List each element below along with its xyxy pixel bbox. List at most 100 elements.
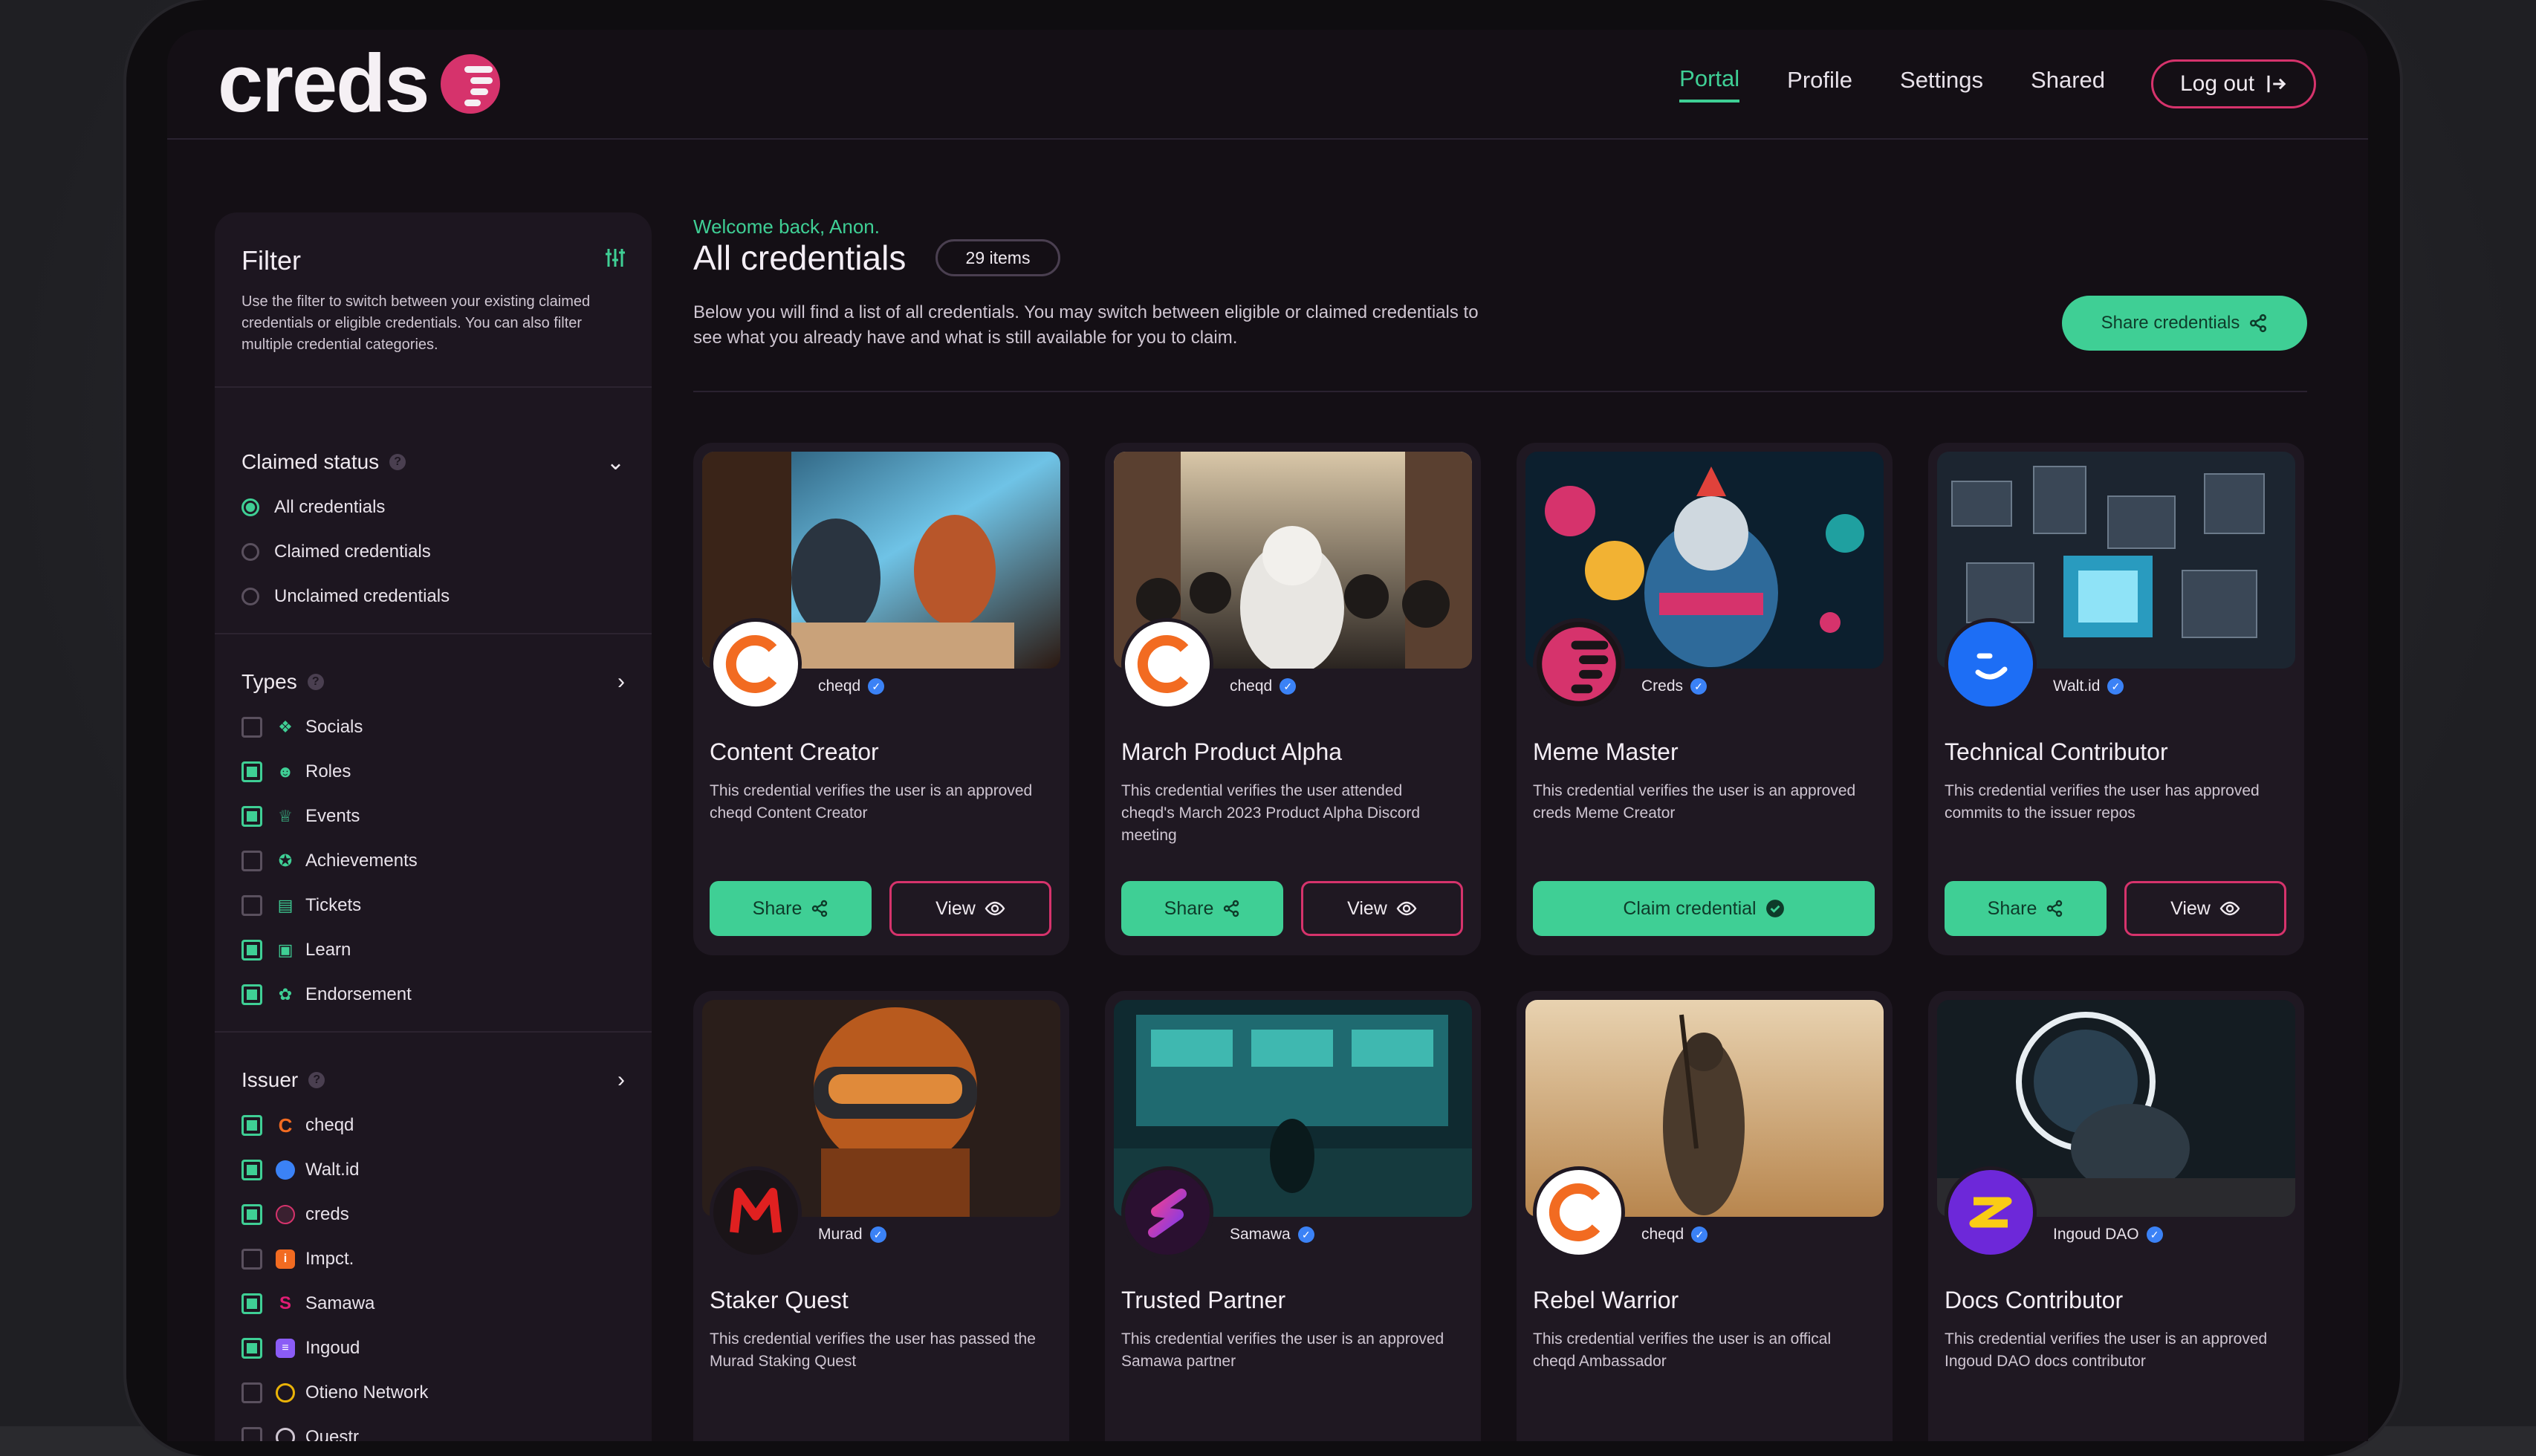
creds-logo[interactable]: creds (218, 43, 502, 125)
type-achievements[interactable]: ✪ Achievements (241, 848, 418, 874)
issuer-ingoud[interactable]: ≡ Ingoud (241, 1336, 360, 1361)
type-events[interactable]: ♕ Events (241, 804, 360, 829)
checkbox[interactable] (241, 717, 262, 738)
issuer-name: cheqd ✓ (1230, 677, 1297, 695)
share-button[interactable]: Share (1945, 881, 2107, 936)
issuer-creds[interactable]: creds (241, 1202, 349, 1227)
main-nav: Portal Profile Settings Shared Log out (1632, 59, 2316, 108)
credential-card-meme-master[interactable]: Creds ✓ Meme Master This credential verif… (1517, 443, 1893, 955)
radio-button[interactable] (241, 498, 259, 516)
type-roles[interactable]: ☻ Roles (241, 759, 351, 784)
filter-description: Use the filter to switch between your ex… (241, 293, 591, 353)
checkbox[interactable] (241, 851, 262, 871)
nav-portal[interactable]: Portal (1679, 65, 1740, 103)
checkbox[interactable] (241, 761, 262, 782)
share-label: Share (1987, 897, 2037, 919)
issuer-name: Murad ✓ (818, 1226, 886, 1244)
option-label: Events (305, 806, 360, 826)
nav-shared[interactable]: Shared (2031, 67, 2105, 101)
card-description: This credential verifies the user attend… (1121, 782, 1421, 844)
view-label: View (2170, 897, 2211, 919)
issuer-questr[interactable]: Questr (241, 1425, 359, 1441)
share-credentials-button[interactable]: Share credentials (2062, 296, 2307, 351)
credential-card-rebel-warrior[interactable]: cheqd ✓ Rebel Warrior This credential ver… (1517, 991, 1893, 1441)
checkbox[interactable] (241, 1115, 262, 1136)
info-icon[interactable]: ? (307, 674, 324, 690)
issuer-label: Ingoud DAO (2053, 1226, 2139, 1243)
issuer-name: Walt.id ✓ (2053, 677, 2124, 695)
checkbox[interactable] (241, 1382, 262, 1403)
option-label: cheqd (305, 1115, 354, 1135)
types-header[interactable]: Types ? › (241, 667, 625, 697)
credential-card-docs-contributor[interactable]: Ingoud DAO ✓ Docs Contributor This creden… (1928, 991, 2304, 1441)
issuer-samawa[interactable]: S Samawa (241, 1291, 374, 1316)
issuer-cheqd[interactable]: Ccheqd (241, 1113, 354, 1138)
issuer-header[interactable]: Issuer ? › (241, 1065, 625, 1095)
items-count-badge: 29 items (935, 239, 1060, 276)
checkbox[interactable] (241, 940, 262, 961)
nav-settings[interactable]: Settings (1900, 67, 1983, 101)
checkbox[interactable] (241, 1249, 262, 1270)
checkbox[interactable] (241, 806, 262, 827)
endorsement-icon: ✿ (278, 985, 293, 1004)
claimed-status-title: Claimed status (241, 450, 380, 473)
claim-credential-button[interactable]: Claim credential (1533, 881, 1875, 936)
page-title: All credentials (693, 238, 907, 277)
info-icon[interactable]: ? (308, 1072, 325, 1088)
issuer-label: cheqd (1230, 677, 1273, 695)
type-socials[interactable]: ❖ Socials (241, 715, 363, 740)
credential-card-technical-contributor[interactable]: Walt.id ✓ Technical Contributor This cred… (1928, 443, 2304, 955)
claimed-status-header[interactable]: Claimed status ? ⌄ (241, 447, 625, 477)
credential-card-march-product-alpha[interactable]: cheqd ✓ March Product Alpha This credenti… (1105, 443, 1481, 955)
verified-badge-icon: ✓ (1690, 678, 1708, 695)
issuer-title: Issuer (241, 1068, 299, 1091)
logout-button[interactable]: Log out (2151, 59, 2316, 108)
filter-sliders-icon[interactable] (604, 247, 626, 269)
radio-button[interactable] (241, 588, 259, 605)
checkbox[interactable] (241, 1204, 262, 1225)
checkbox[interactable] (241, 1338, 262, 1359)
share-icon (2250, 313, 2267, 333)
type-learn[interactable]: ▣ Learn (241, 937, 351, 963)
logo-text: creds (218, 38, 430, 129)
credential-card-staker-quest[interactable]: Murad ✓ Staker Quest This credential veri… (693, 991, 1069, 1441)
radio-claimed-credentials[interactable]: Claimed credentials (241, 539, 431, 565)
logout-icon (2267, 75, 2286, 93)
issuer-otieno-network[interactable]: Otieno Network (241, 1380, 428, 1405)
view-button[interactable]: View (1301, 881, 1463, 936)
credential-card-content-creator[interactable]: cheqd ✓ Content Creator This credential v… (693, 443, 1069, 955)
checkbox[interactable] (241, 1427, 262, 1441)
share-button[interactable]: Share (1121, 881, 1283, 936)
option-label: Walt.id (305, 1160, 360, 1180)
type-endorsement[interactable]: ✿ Endorsement (241, 982, 412, 1007)
view-button[interactable]: View (2124, 881, 2286, 936)
radio-all-credentials[interactable]: All credentials (241, 495, 385, 520)
divider (693, 391, 2307, 392)
view-button[interactable]: View (889, 881, 1051, 936)
checkbox[interactable] (241, 1160, 262, 1180)
issuer-impct[interactable]: i Impct. (241, 1247, 354, 1272)
logout-label: Log out (2179, 71, 2255, 96)
issuer-waltid[interactable]: Walt.id (241, 1157, 359, 1183)
issuer-name: cheqd ✓ (818, 677, 885, 695)
info-icon[interactable]: ? (389, 454, 406, 470)
card-description: This credential verifies the user has pa… (710, 1330, 1036, 1370)
samawa-avatar (1121, 1166, 1213, 1258)
nav-profile[interactable]: Profile (1787, 67, 1852, 101)
type-tickets[interactable]: ▤ Tickets (241, 893, 361, 918)
claim-label: Claim credential (1623, 897, 1757, 919)
creds-avatar (1533, 618, 1625, 710)
credential-card-trusted-partner[interactable]: Samawa ✓ Trusted Partner This credential … (1105, 991, 1481, 1441)
radio-unclaimed-credentials[interactable]: Unclaimed credentials (241, 584, 450, 609)
checkbox[interactable] (241, 895, 262, 916)
card-title: March Product Alpha (1121, 738, 1343, 765)
issuer-label: Samawa (1230, 1226, 1291, 1243)
card-description: This credential verifies the user is an … (710, 782, 1033, 822)
radio-button[interactable] (241, 543, 259, 561)
issuer-label: Murad (818, 1226, 863, 1243)
verified-badge-icon: ✓ (2146, 1226, 2163, 1243)
share-button[interactable]: Share (710, 881, 872, 936)
checkbox[interactable] (241, 984, 262, 1005)
card-description: This credential verifies the user has ap… (1945, 782, 2260, 822)
checkbox[interactable] (241, 1293, 262, 1314)
